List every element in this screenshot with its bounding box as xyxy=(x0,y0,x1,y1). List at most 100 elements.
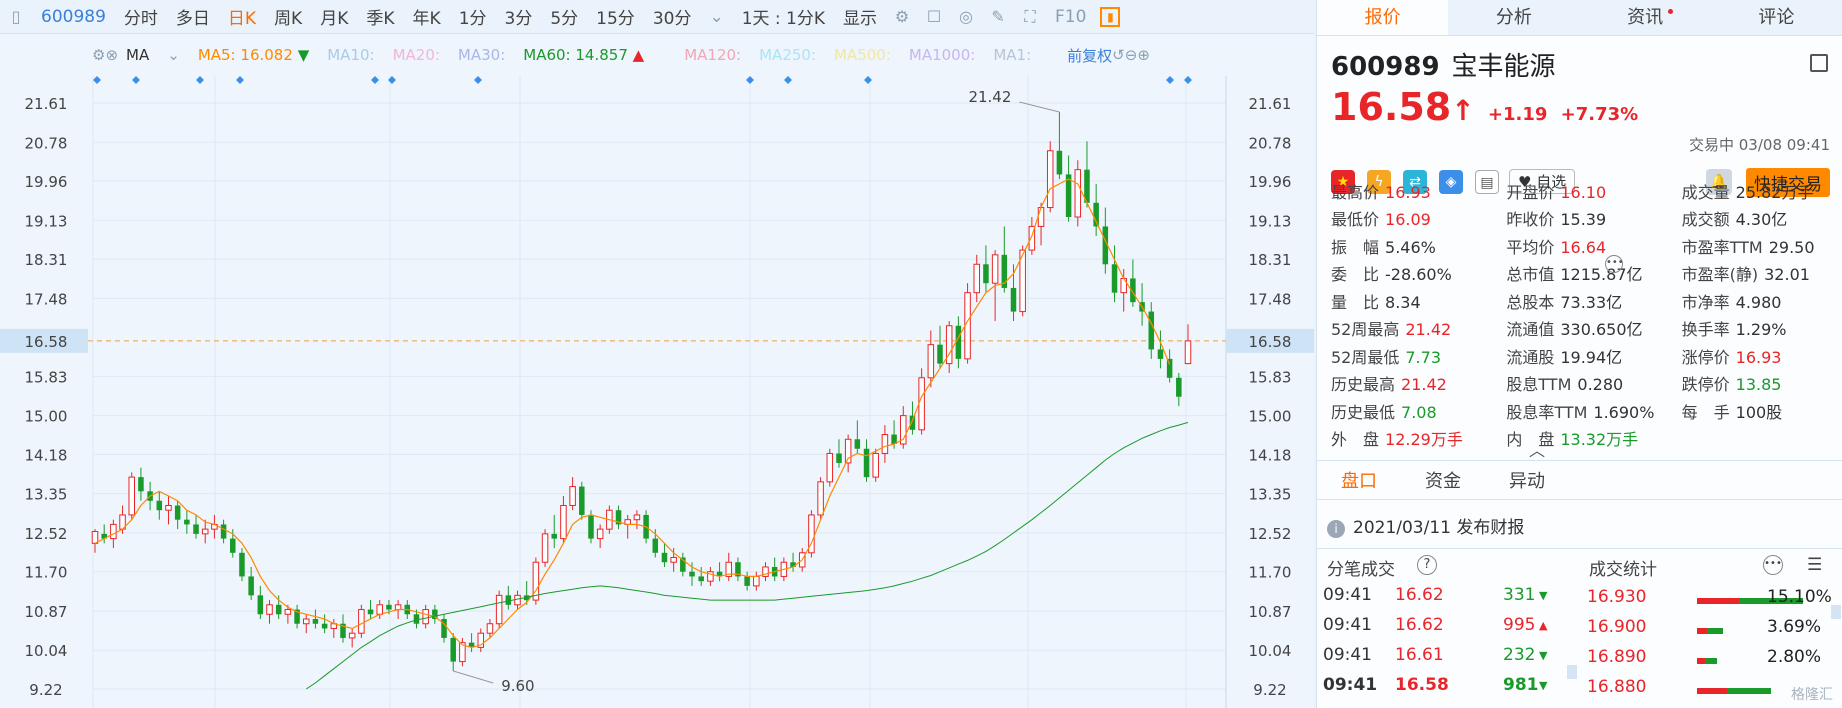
report-notice[interactable]: i 2021/03/11 发布财报 xyxy=(1317,512,1842,544)
price-change: +1.19 xyxy=(1487,104,1548,125)
period-tab-6[interactable]: 年K xyxy=(404,4,450,29)
f10-button[interactable]: F10 xyxy=(1046,7,1095,27)
settings-icon[interactable]: ⚙ xyxy=(891,6,913,28)
candle-body xyxy=(854,439,861,449)
candle-body xyxy=(266,604,273,615)
close-icon[interactable]: ⊗ xyxy=(105,46,118,64)
kline-chart[interactable]: 21.61 21.61 20.78 20.78 19.96 19.96 19.13 19.13… xyxy=(0,76,1314,708)
stat-value: 25.82万手 xyxy=(1735,182,1814,202)
trade-price: 16.62 xyxy=(1395,585,1444,605)
y-axis-label-right: 12.52 xyxy=(1249,525,1292,543)
y-axis-label-right: 11.70 xyxy=(1249,564,1292,582)
zoom-out-icon[interactable]: ⊖ xyxy=(1125,46,1138,64)
stat-cell: 委 比 -28.60% xyxy=(1331,261,1506,285)
period-tab-9[interactable]: 5分 xyxy=(541,4,587,29)
trade-volume: 981 xyxy=(1503,675,1539,695)
period-tab-5[interactable]: 季K xyxy=(357,4,403,29)
gear-icon[interactable]: ⚙ xyxy=(92,46,105,64)
stock-code-tab[interactable]: 600989 xyxy=(32,7,115,27)
stat-label: 市净率 xyxy=(1681,292,1730,312)
quote-tab-0[interactable]: 报价 xyxy=(1317,0,1449,35)
adjust-button[interactable]: 前复权 xyxy=(1067,45,1112,66)
period-tab-7[interactable]: 1分 xyxy=(450,4,496,29)
chevron-down-icon[interactable]: ⌄ xyxy=(700,7,732,27)
scroll-indicator-2[interactable] xyxy=(1831,605,1841,619)
stat-cell: 每 手 100股 xyxy=(1682,399,1841,423)
panel-toggle-icon[interactable]: ▮ xyxy=(1100,6,1121,27)
triangle-down-icon: ▼ xyxy=(1539,649,1548,662)
period-tab-11[interactable]: 30分 xyxy=(644,4,701,29)
ma-select[interactable]: MA xyxy=(126,46,149,64)
stat-label: 外 盘 xyxy=(1331,430,1380,450)
ma500-label: MA500: xyxy=(834,46,891,64)
notification-dot xyxy=(1667,9,1673,14)
sub-tab-1[interactable]: 资金 xyxy=(1425,467,1461,493)
candle-body xyxy=(1037,207,1045,227)
menu-icon[interactable] xyxy=(1810,54,1828,72)
stat-cell: 52周最高 21.42 xyxy=(1331,316,1506,340)
stat-value: 12.29万手 xyxy=(1385,430,1463,450)
quote-panel: 报价 分析 资讯 评论 600989 宝丰能源 16.58↑ +1.19 +7.73% … xyxy=(1316,0,1842,708)
y-axis-label-left: 15.83 xyxy=(25,368,68,386)
ma1-label: MA1: xyxy=(993,46,1032,64)
sub-tab-2[interactable]: 异动 xyxy=(1509,467,1545,493)
chevron-down-icon[interactable]: ⌄ xyxy=(167,46,180,64)
sub-tab-0[interactable]: 盘口 xyxy=(1341,467,1377,493)
stat-label: 历史最低 xyxy=(1331,402,1396,422)
more-icon[interactable]: ••• xyxy=(1605,255,1624,273)
quote-tab-3[interactable]: 评论 xyxy=(1711,0,1842,35)
stat-value: 4.980 xyxy=(1735,292,1782,312)
range-select[interactable]: 1天 : 1分K xyxy=(733,4,834,29)
help-icon[interactable]: ? xyxy=(1417,555,1437,575)
collapse-icon[interactable]: ︿ xyxy=(1529,437,1545,461)
display-menu[interactable]: 显示 xyxy=(834,4,886,29)
period-tab-1[interactable]: 多日 xyxy=(167,4,219,29)
candle-body xyxy=(376,604,383,615)
scroll-indicator[interactable] xyxy=(1567,665,1577,679)
triangle-up-icon: ▲ xyxy=(1539,619,1548,632)
stat-label: 股息率TTM xyxy=(1506,402,1588,422)
square-icon[interactable]: ☐ xyxy=(923,6,945,28)
stock-header: 600989 宝丰能源 16.58↑ +1.19 +7.73% 交易中 03/08… xyxy=(1317,36,1842,197)
stat-value: 32.01 xyxy=(1764,265,1810,285)
period-tab-3[interactable]: 周K xyxy=(265,4,311,29)
stat-value: 16.09 xyxy=(1385,210,1431,230)
quote-tab-2[interactable]: 资讯 xyxy=(1580,0,1711,35)
undo-icon[interactable]: ↺ xyxy=(1112,46,1125,64)
stat-cell: 最高价 16.93 xyxy=(1331,179,1506,203)
candle-body xyxy=(91,531,99,544)
stat-cell: 市净率 4.980 xyxy=(1682,289,1841,313)
quote-tab-1[interactable]: 分析 xyxy=(1448,0,1579,35)
period-tab-10[interactable]: 15分 xyxy=(587,4,644,29)
candle-body xyxy=(450,637,456,662)
stat-cell xyxy=(1682,429,1841,448)
y-axis-label-right: 15.83 xyxy=(1249,368,1292,386)
ma120-label: MA120: xyxy=(684,46,742,64)
period-tab-0[interactable]: 分时 xyxy=(115,4,167,29)
camera-icon[interactable]: ◎ xyxy=(955,6,977,28)
stat-value: 8.34 xyxy=(1385,292,1421,312)
stat-value: 100股 xyxy=(1735,402,1783,422)
period-tab-2[interactable]: 日K xyxy=(219,4,265,29)
list-icon[interactable]: ☰ xyxy=(1807,555,1822,575)
fullscreen-icon[interactable]: ⛶ xyxy=(1019,6,1041,28)
zoom-in-icon[interactable]: ⊕ xyxy=(1137,46,1150,64)
period-tab-8[interactable]: 3分 xyxy=(496,4,542,29)
candle-body xyxy=(937,344,943,364)
candle-body xyxy=(927,344,935,379)
more-options-icon[interactable]: ••• xyxy=(1763,555,1783,575)
candle-body xyxy=(983,264,989,284)
candle-body xyxy=(165,504,172,511)
stat-value: 13.32万手 xyxy=(1560,430,1639,450)
pencil-icon[interactable]: ✎ xyxy=(987,6,1009,28)
trade-volume: 232 xyxy=(1503,645,1536,665)
stat-value: 16.10 xyxy=(1560,182,1607,202)
trade-price: 16.61 xyxy=(1395,645,1444,665)
dist-bar-green xyxy=(1707,628,1723,634)
trade-volume: 331 xyxy=(1503,585,1536,605)
period-tab-4[interactable]: 月K xyxy=(311,4,357,29)
y-axis-label-right: 19.13 xyxy=(1249,212,1292,230)
y-axis-label-left: 10.87 xyxy=(25,603,68,621)
stat-label: 市盈率(静) xyxy=(1681,265,1759,285)
sidebar-toggle-icon[interactable]: ▯ xyxy=(5,6,27,28)
